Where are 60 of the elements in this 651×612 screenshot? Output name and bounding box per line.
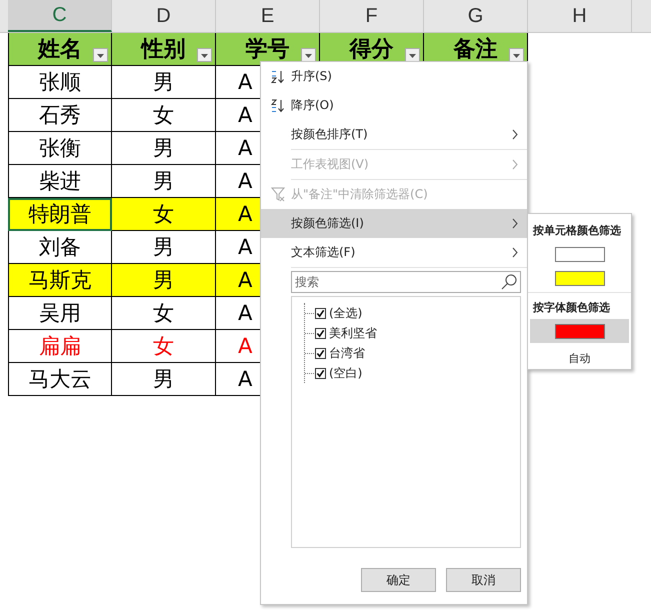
menu-item[interactable]: 按颜色筛选(I) xyxy=(261,209,527,238)
column-header[interactable]: G xyxy=(424,0,528,32)
dialog-button[interactable]: 取消 xyxy=(446,568,521,592)
header-label: 性别 xyxy=(142,36,186,64)
table-cell: 扁扁 xyxy=(8,330,112,363)
header-label: 备注 xyxy=(454,36,498,64)
table-cell: 张顺 xyxy=(8,66,112,99)
filter-value-label: 台湾省 xyxy=(329,344,365,362)
filter-dropdown-icon[interactable] xyxy=(405,48,420,62)
table-cell: 男 xyxy=(112,264,216,297)
clear-filter-icon xyxy=(271,187,286,202)
column-header[interactable]: H xyxy=(528,0,632,32)
table-cell: 女 xyxy=(112,330,216,363)
filter-value-label: 美利坚省 xyxy=(329,324,377,342)
header-label: 姓名 xyxy=(38,36,82,64)
submenu-heading: 按字体颜色筛选 xyxy=(532,300,611,316)
table-cell: 石秀 xyxy=(8,99,112,132)
table-cell: 男 xyxy=(112,363,216,396)
table-cell: 女 xyxy=(112,198,216,231)
check-icon xyxy=(316,368,325,378)
color-option[interactable] xyxy=(530,319,629,343)
table-cell: 男 xyxy=(112,132,216,165)
filter-dropdown-icon[interactable] xyxy=(197,48,212,62)
column-header[interactable]: C xyxy=(8,0,112,32)
chevron-right-icon xyxy=(512,129,519,140)
sort-descending-icon xyxy=(271,98,285,112)
filter-dropdown-icon[interactable] xyxy=(93,48,108,62)
dialog-button[interactable]: 确定 xyxy=(361,568,436,592)
checkbox[interactable] xyxy=(315,368,326,378)
table-cell: 特朗普 xyxy=(8,198,112,231)
menu-item[interactable]: 自动 xyxy=(528,343,631,366)
checkbox[interactable] xyxy=(315,328,326,338)
table-cell: 女 xyxy=(112,297,216,330)
column-header[interactable]: E xyxy=(216,0,320,32)
checkbox[interactable] xyxy=(315,308,326,318)
filter-dropdown-icon[interactable] xyxy=(509,48,524,62)
table-cell: 马大云 xyxy=(8,363,112,396)
check-icon xyxy=(316,348,325,358)
header-label: 学号 xyxy=(246,36,290,64)
table-cell: 吴用 xyxy=(8,297,112,330)
chevron-right-icon xyxy=(512,159,519,170)
chevron-right-icon xyxy=(512,218,519,229)
table-cell: 张衡 xyxy=(8,132,112,165)
check-icon xyxy=(316,328,325,338)
table-cell: 马斯克 xyxy=(8,264,112,297)
table-cell: 女 xyxy=(112,99,216,132)
column-header[interactable]: F xyxy=(320,0,424,32)
submenu-heading: 按单元格颜色筛选 xyxy=(532,223,622,239)
sort-ascending-icon xyxy=(271,70,285,84)
filter-dropdown-icon[interactable] xyxy=(301,48,316,62)
chevron-right-icon xyxy=(512,247,519,258)
search-field[interactable]: 搜索 xyxy=(291,271,521,293)
filter-value-label: (全选) xyxy=(329,304,362,322)
filter-value-label: (空白) xyxy=(329,364,362,382)
check-icon xyxy=(316,308,325,318)
table-cell: 男 xyxy=(112,66,216,99)
header-label: 得分 xyxy=(350,36,394,64)
checkbox[interactable] xyxy=(315,348,326,358)
search-icon xyxy=(501,274,517,290)
column-header[interactable]: D xyxy=(112,0,216,32)
